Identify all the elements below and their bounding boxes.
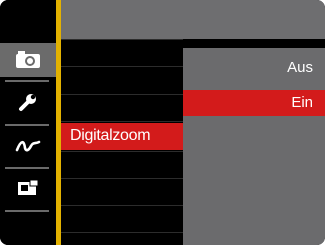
wrench-icon — [19, 94, 36, 111]
sidebar-divider — [5, 124, 49, 126]
row-divider — [61, 205, 183, 206]
sidebar-divider — [5, 210, 49, 212]
option-aus[interactable]: Aus — [183, 55, 325, 81]
header-bar — [61, 0, 325, 39]
sidebar-divider — [5, 80, 49, 82]
row-divider — [61, 121, 183, 122]
menu-item-label: Digitalzoom — [70, 127, 151, 144]
sidebar-item-setup[interactable] — [0, 85, 56, 119]
sidebar-divider — [5, 167, 49, 169]
sidebar-item-camera[interactable] — [0, 43, 56, 77]
row-divider — [61, 66, 183, 67]
row-divider — [61, 232, 183, 233]
option-label: Ein — [291, 94, 313, 111]
options-panel: Aus Ein — [183, 48, 325, 245]
option-ein[interactable]: Ein — [183, 90, 325, 116]
option-label: Aus — [287, 59, 313, 76]
sidebar — [0, 0, 56, 245]
row-divider — [61, 39, 183, 40]
menu-item-digitalzoom[interactable]: Digitalzoom — [61, 123, 183, 150]
sidebar-item-signature[interactable] — [0, 129, 56, 163]
camera-icon — [16, 51, 40, 68]
row-divider — [61, 151, 183, 152]
row-divider — [61, 178, 183, 179]
camera-menu-screen: Digitalzoom Aus Ein — [0, 0, 325, 245]
playback-settings-icon — [18, 179, 39, 195]
row-divider — [61, 94, 183, 95]
sidebar-item-playback[interactable] — [0, 172, 56, 206]
signature-icon — [15, 140, 41, 152]
